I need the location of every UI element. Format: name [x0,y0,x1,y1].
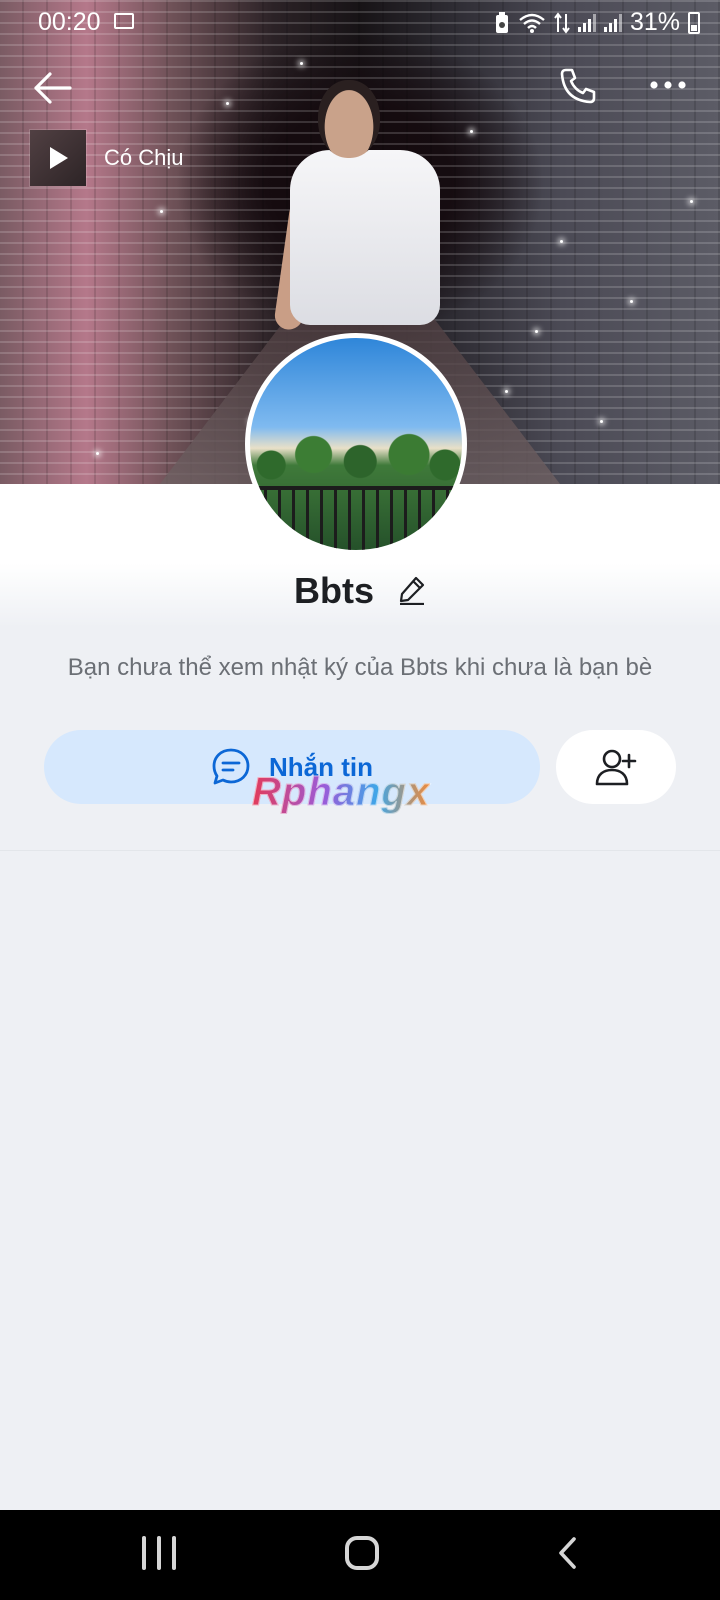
recents-icon[interactable] [142,1536,176,1570]
system-nav-bar [0,1510,720,1600]
signal-icon [577,13,596,32]
battery-percent: 31% [629,8,680,36]
profile-music[interactable]: Có Chịu [30,130,183,186]
image-icon [114,13,134,29]
home-icon[interactable] [345,1536,379,1570]
battery-icon [688,11,700,34]
more-button[interactable] [646,70,690,100]
add-user-icon [595,749,637,786]
wifi-icon [519,13,545,33]
status-bar: 00:20 31% [0,0,720,44]
call-button[interactable] [556,64,600,108]
avatar[interactable] [245,333,467,555]
back-button[interactable] [30,68,74,108]
chat-bubble-icon [212,748,250,785]
data-arrows-icon [554,11,570,34]
play-icon [50,147,68,169]
back-icon[interactable] [552,1536,586,1570]
pencil-icon[interactable] [398,572,426,614]
avatar-railing [250,486,462,550]
status-icons: 31% [494,8,700,37]
signal-icon [603,13,622,32]
profile-name: Bbts [293,570,374,611]
watermark: Rphangx [251,770,431,815]
status-time: 00:20 [38,8,101,36]
music-title: Có Chịu [104,145,184,170]
music-thumbnail[interactable] [30,130,86,186]
divider [0,850,720,851]
battery-saver-icon [495,11,508,33]
privacy-notice: Bạn chưa thể xem nhật ký của Bbts khi ch… [67,654,653,681]
cover-person [290,150,440,325]
back-arrow-icon [34,72,72,104]
cover-person-head [318,80,380,158]
avatar-palms [250,423,462,493]
profile-name-row: Bbts [0,570,720,614]
phone-icon [560,68,596,104]
add-friend-button[interactable] [556,730,676,804]
more-dots-icon [650,81,686,89]
